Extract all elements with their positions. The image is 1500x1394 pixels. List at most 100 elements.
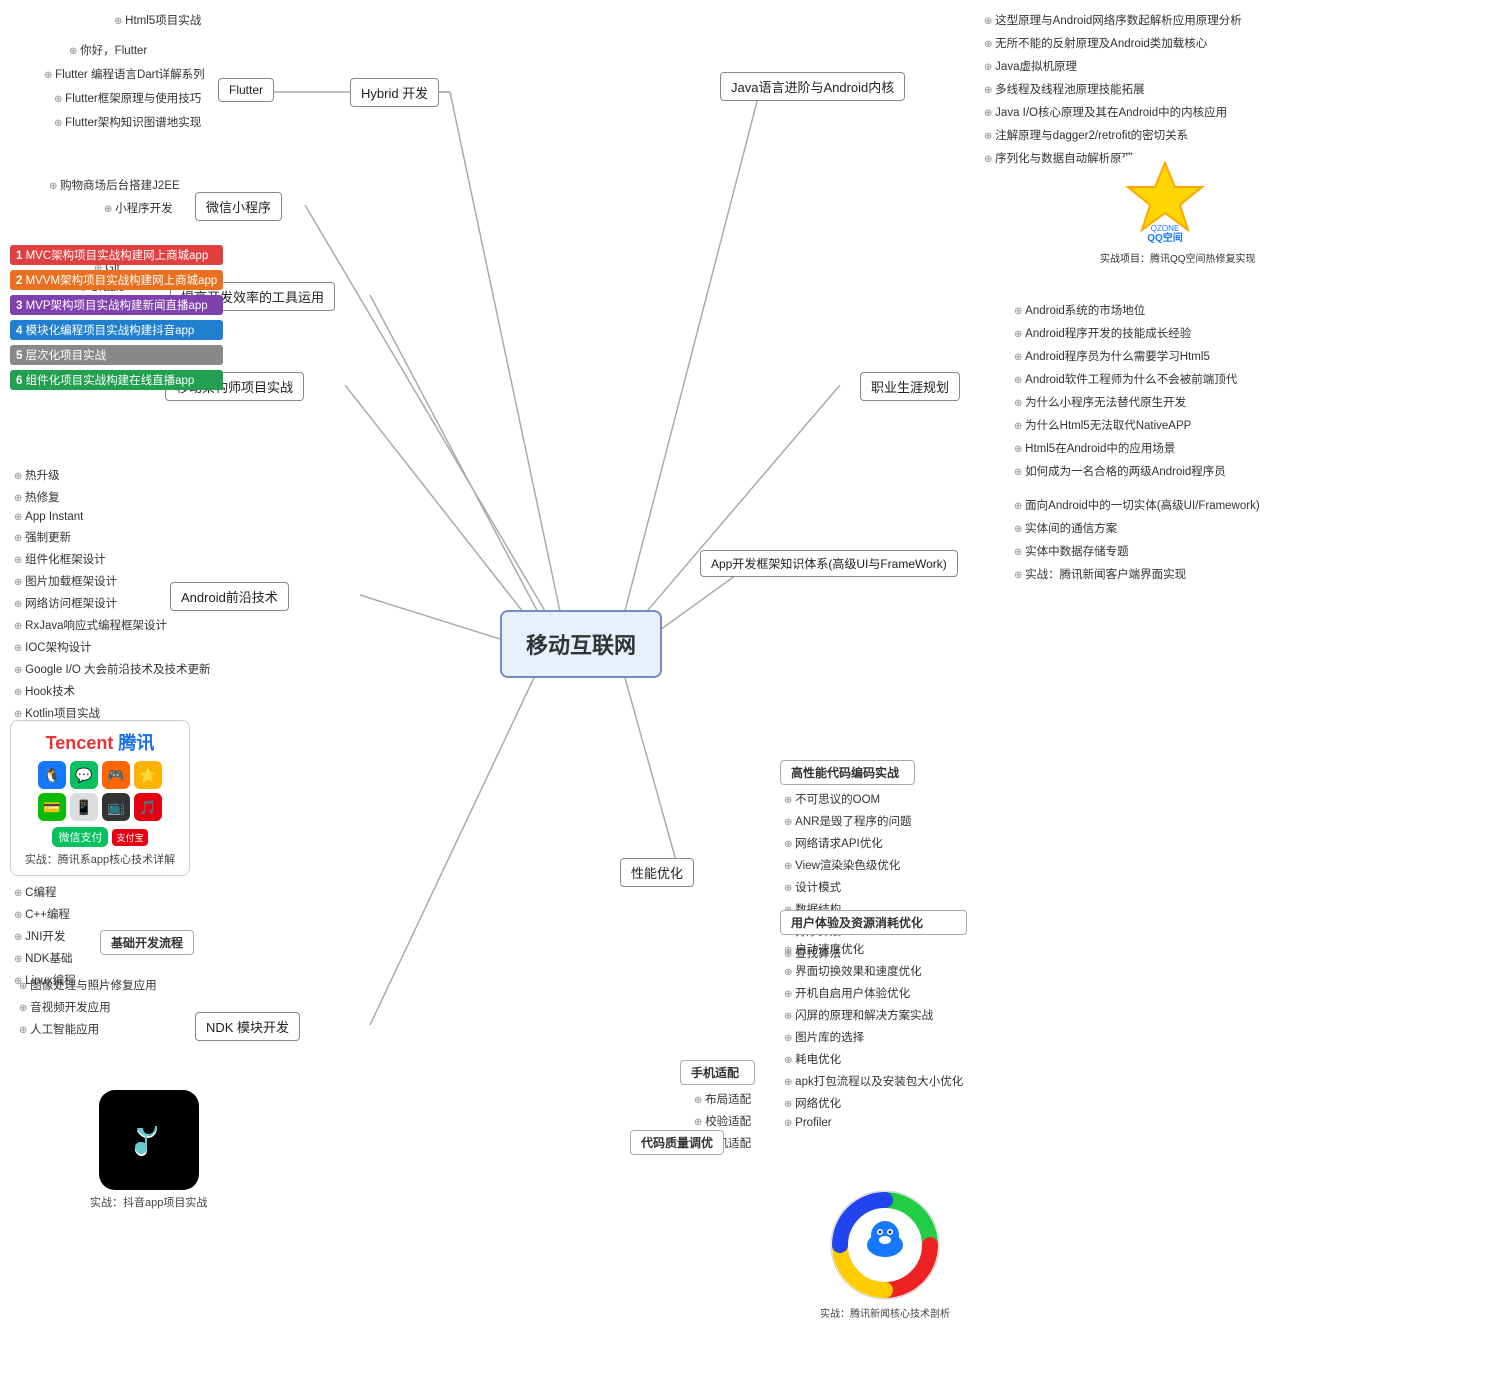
leaf-layout-adapt: 布局适配 [690,1089,755,1109]
leaf-career5: 为什么小程序无法替代原生开发 [1010,392,1241,412]
app-icons: 🐧 💬 🎮 ⭐ 💳 📱 📺 🎵 [23,761,177,821]
leaf-hotupgrade: 热升级 [10,465,214,485]
leaf-profiler: Profiler [780,1115,967,1131]
leaf-hook: Hook技术 [10,681,214,701]
leaf-career2: Android程序开发的技能成长经验 [1010,323,1241,343]
leaf-c: C编程 [10,882,80,902]
java-android-leaves: 这型原理与Android网络序数起解析应用原理分析 无所不能的反射原理及Andr… [980,10,1246,168]
leaf-java6: 注解原理与dagger2/retrofit的密切关系 [980,125,1246,145]
leaf-career8: 如何成为一名合格的两级Android程序员 [1010,461,1241,481]
icon-tencent6: 🎵 [134,793,162,821]
perf-section3-label: 手机适配 [680,1060,755,1085]
leaf-java3: Java虚拟机原理 [980,56,1246,76]
branch-hybrid: Hybrid 开发 [350,78,439,107]
leaf-splash: 闪屏的原理和解决方案实战 [780,1005,967,1025]
leaf-imageloader: 图片加载框架设计 [10,571,214,591]
branch-ndk: NDK 模块开发 [195,1012,300,1041]
leaf-view-opt: View渲染染色级优化 [780,855,915,875]
leaf-rxjava: RxJava响应式编程框架设计 [10,615,214,635]
icon-qq: 🐧 [38,761,66,789]
leaf-imglib: 图片库的选择 [780,1027,967,1047]
leaf-flutter1: 你好，Flutter [65,40,151,60]
icon-tencent3: ⭐ [134,761,162,789]
leaf-ai: 人工智能应用 [15,1019,161,1039]
leaf-jni: JNI开发 [10,926,80,946]
arch-item-3: 3 MVP架构项目实战构建新闻直播app [10,295,223,315]
leaf-image-process: 图像处理与照片修复应用 [15,975,161,995]
qqzone-block: QQ空间 QZONE 实战项目：腾讯QQ空间热修复实现 [1100,155,1230,265]
leaf-component: 组件化框架设计 [10,549,214,569]
center-node: 移动互联网 [500,610,662,678]
ndk-leaves2: 图像处理与照片修复应用 音视频开发应用 人工智能应用 [15,975,161,1039]
leaf-google-io: Google I/O 大会前沿技术及技术更新 [10,659,214,679]
leaf-appinstant: App Instant [10,509,214,525]
perf-section1-label: 高性能代码编码实战 [780,760,915,785]
arch-item-5: 5 层次化项目实战 [10,345,223,365]
leaf-verify-adapt: 校验适配 [690,1111,755,1131]
leaf-api-opt: 网络请求API优化 [780,833,915,853]
arch-items: 1 MVC架构项目实战构建网上商城app 2 MVVM架构项目实战构建网上商城a… [10,244,223,391]
flutter-sub: Flutter [218,78,274,102]
leaf-anr: ANR是毁了程序的问题 [780,811,915,831]
tencent-news-block: 实战：腾讯新闻核心技术剖析 [820,1190,950,1320]
icon-wechatpay: 💳 [38,793,66,821]
icon-tencent4: 📱 [70,793,98,821]
icon-tencent5: 📺 [102,793,130,821]
career-leaves: Android系统的市场地位 Android程序开发的技能成长经验 Androi… [1010,300,1241,481]
leaf-battery: 耗电优化 [780,1049,967,1069]
leaf-switch-opt: 界面切换效果和速度优化 [780,961,967,981]
arch-item-6: 6 组件化项目实战构建在线直播app [10,370,223,390]
tiktok-block: 实战：抖音app项目实战 [90,1090,207,1210]
leaf-app4: 实战：腾讯新闻客户端界面实现 [1010,564,1264,584]
leaf-network: 网络访问框架设计 [10,593,214,613]
leaf-flutter2: Flutter 编程语言Dart详解系列 [40,64,209,84]
leaf-cpp: C++编程 [10,904,80,924]
arch-item-4: 4 模块化编程项目实战构建抖音app [10,320,223,340]
leaf-html5: Html5项目实战 [110,10,205,30]
wechat-pay-label: 微信支付 [52,827,108,847]
perf-section2-group: 用户体验及资源消耗优化 启动速度优化 界面切换效果和速度优化 开机自启用户体验优… [780,910,967,1131]
leaf-wechat2: 小程序开发 [100,198,177,218]
leaf-flutter3: Flutter框架原理与使用技巧 [50,88,205,108]
tencent-title: Tencent 腾讯 [23,729,177,755]
app-framework-leaves: 面向Android中的一切实体(高级UI/Framework) 实体间的通信方案… [1010,495,1264,584]
leaf-design-pattern: 设计模式 [780,877,915,897]
leaf-forceupdate: 强制更新 [10,527,214,547]
leaf-career4: Android软件工程师为什么不会被前端顶代 [1010,369,1241,389]
branch-career: 职业生涯规划 [860,372,960,401]
perf-section4-label: 代码质量调优 [630,1130,724,1155]
leaf-career7: Html5在Android中的应用场景 [1010,438,1241,458]
leaf-career3: Android程序员为什么需要学习Html5 [1010,346,1241,366]
leaf-java4: 多线程及线程池原理技能拓展 [980,79,1246,99]
leaf-career1: Android系统的市场地位 [1010,300,1241,320]
tencent-block: Tencent 腾讯 🐧 💬 🎮 ⭐ 💳 📱 📺 🎵 微信支付 支付宝 实战：腾… [10,720,190,876]
qqzone-caption: 实战项目：腾讯QQ空间热修复实现 [1100,250,1230,265]
icon-wechat: 💬 [70,761,98,789]
arch-item-1: 1 MVC架构项目实战构建网上商城app [10,245,223,265]
svg-text:QZONE: QZONE [1151,224,1179,233]
leaf-career6: 为什么Html5无法取代NativeAPP [1010,415,1241,435]
leaf-startup: 启动速度优化 [780,939,967,959]
leaf-ioc: IOC架构设计 [10,637,214,657]
mind-map: 移动互联网 Hybrid 开发 Flutter Html5项目实战 你好，Flu… [0,0,1500,1394]
arch-item-2: 2 MVVM架构项目实战构建网上商城app [10,270,223,290]
tiktok-caption: 实战：抖音app项目实战 [90,1194,207,1210]
perf-section2-label: 用户体验及资源消耗优化 [780,910,967,935]
leaf-oom: 不可思议的OOM [780,789,915,809]
leaf-ndk: NDK基础 [10,948,80,968]
branch-java-android: Java语言进阶与Android内核 [720,72,905,101]
leaf-flutter4: Flutter架构知识图谱地实现 [50,112,205,132]
tencent-news-caption: 实战：腾讯新闻核心技术剖析 [820,1305,950,1320]
leaf-app2: 实体间的通信方案 [1010,518,1264,538]
leaf-java2: 无所不能的反射原理及Android类加载核心 [980,33,1246,53]
leaf-app1: 面向Android中的一切实体(高级UI/Framework) [1010,495,1264,515]
branch-app-framework: App开发框架知识体系(高级UI与FrameWork) [700,550,958,577]
leaf-java5: Java I/O核心原理及其在Android中的内核应用 [980,102,1246,122]
leaf-net-opt: 网络优化 [780,1093,967,1113]
leaf-apk: apk打包流程以及安装包大小优化 [780,1071,967,1091]
leaf-video: 音视频开发应用 [15,997,161,1017]
icon-tencent2: 🎮 [102,761,130,789]
leaf-java1: 这型原理与Android网络序数起解析应用原理分析 [980,10,1246,30]
tencent-badge: 支付宝 [112,829,147,846]
tencent-caption: 实战：腾讯系app核心技术详解 [23,851,177,867]
